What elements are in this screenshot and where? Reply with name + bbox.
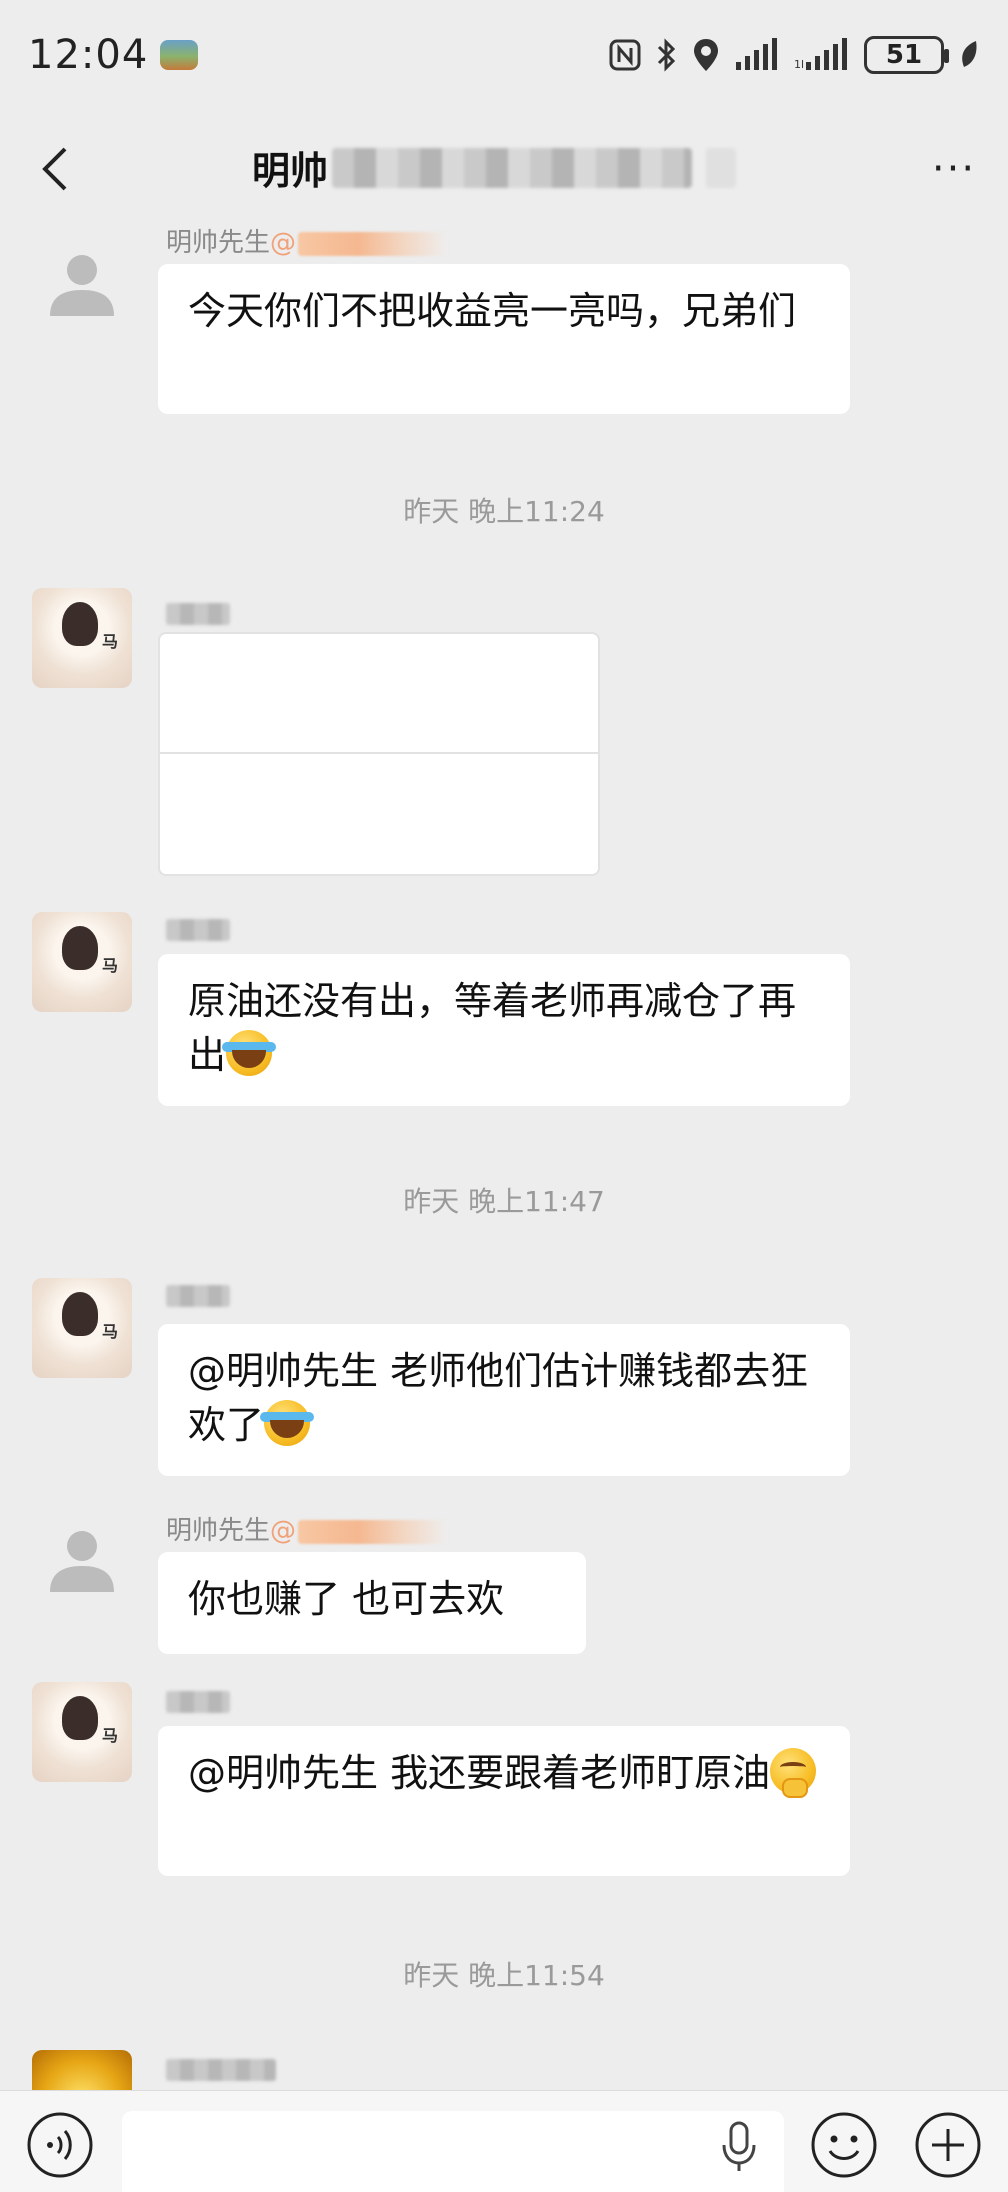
message-bubble[interactable]: 原油还没有出，等着老师再减仓了再出 xyxy=(158,954,850,1106)
message-bubble[interactable]: 你也赚了 也可去欢 xyxy=(158,1552,586,1654)
redacted-sender xyxy=(166,1690,230,1713)
sender-name xyxy=(166,598,230,628)
sender-name-text: 明帅先生 xyxy=(166,228,271,258)
avatar[interactable] xyxy=(32,234,132,334)
message-input[interactable] xyxy=(122,2111,784,2192)
avatar-figure xyxy=(62,602,98,646)
chat-header: 明帅 ··· xyxy=(0,110,1008,228)
redacted-sender xyxy=(166,602,230,625)
leaf-icon xyxy=(962,41,977,67)
message-text: 今天你们不把收益亮一亮吗，兄弟们 xyxy=(188,289,797,333)
redacted-title-tail xyxy=(706,147,737,188)
back-button[interactable] xyxy=(0,110,110,228)
voice-toggle-button[interactable] xyxy=(24,2109,96,2181)
sender-name xyxy=(166,1280,230,1310)
avatar[interactable]: 马 xyxy=(32,1682,132,1782)
battery-level: 51 xyxy=(885,40,923,70)
sender-name-text: 明帅先生 xyxy=(166,1516,271,1546)
chat-message-list[interactable]: 明帅先生@ 今天你们不把收益亮一亮吗，兄弟们 昨天 晚上11:24 马 马 原油… xyxy=(0,228,1008,2090)
timestamp: 昨天 晚上11:24 xyxy=(403,495,605,528)
crying-laughing-emoji-icon xyxy=(222,1030,277,1076)
message-input-bar xyxy=(0,2090,1008,2192)
default-avatar-icon xyxy=(50,1531,114,1592)
avatar-stamp: 马 xyxy=(101,632,118,651)
bluetooth-icon xyxy=(657,38,676,72)
avatar[interactable] xyxy=(32,1510,132,1610)
status-bar: 12:04 1l 51 xyxy=(0,0,1008,110)
sender-name: 明帅先生@ xyxy=(166,228,449,259)
thinking-emoji-icon xyxy=(770,1748,817,1798)
timestamp: 昨天 晚上11:54 xyxy=(403,1959,605,1992)
sender-name xyxy=(166,1686,230,1716)
redacted-title xyxy=(332,147,693,188)
redacted-sender xyxy=(166,2058,276,2081)
card-divider xyxy=(160,752,598,754)
avatar[interactable]: 马 xyxy=(32,912,132,1012)
message-bubble[interactable]: 今天你们不把收益亮一亮吗，兄弟们 xyxy=(158,264,850,414)
default-avatar-icon xyxy=(50,255,114,316)
avatar[interactable] xyxy=(32,2050,132,2090)
signal-icon-2: 1l xyxy=(794,38,847,71)
more-icon: ··· xyxy=(931,146,977,192)
sender-name: 明帅先生@ xyxy=(166,1510,449,1547)
status-icons: 1l 51 xyxy=(608,36,980,74)
avatar-stamp: 马 xyxy=(101,1322,118,1341)
avatar-figure xyxy=(62,1696,98,1740)
microphone-icon xyxy=(722,2121,756,2171)
sender-name xyxy=(166,2054,276,2084)
location-icon xyxy=(694,39,718,71)
redacted-sender xyxy=(166,1284,230,1307)
message-bubble[interactable]: @明帅先生 老师他们估计赚钱都去狂欢了 xyxy=(158,1324,850,1476)
more-options-button[interactable]: ··· xyxy=(924,144,984,194)
notification-thumbnail-icon xyxy=(160,40,199,70)
status-time: 12:04 xyxy=(28,32,149,78)
redacted-mention xyxy=(298,231,449,256)
redacted-mention xyxy=(298,1519,449,1544)
sender-name xyxy=(166,914,230,944)
redacted-sender xyxy=(166,918,230,941)
avatar-stamp: 马 xyxy=(101,1726,118,1745)
message-text: 原油还没有出，等着老师再减仓了再出 xyxy=(188,979,797,1077)
avatar-figure xyxy=(62,926,98,970)
microphone-button[interactable] xyxy=(712,2117,766,2177)
sender-mention: @ xyxy=(270,1516,297,1546)
message-text: 你也赚了 也可去欢 xyxy=(188,1577,505,1621)
nfc-icon xyxy=(609,39,641,71)
message-bubble[interactable]: @明帅先生 我还要跟着老师盯原油 xyxy=(158,1726,850,1876)
shared-card[interactable] xyxy=(158,632,600,876)
avatar-figure xyxy=(62,1292,98,1336)
crying-laughing-emoji-icon xyxy=(260,1400,315,1446)
svg-text:1l: 1l xyxy=(794,58,804,71)
signal-icon xyxy=(736,38,777,70)
message-text: @明帅先生 我还要跟着老师盯原油 xyxy=(188,1751,771,1795)
plus-icon xyxy=(915,2112,981,2178)
voice-icon xyxy=(27,2112,93,2178)
avatar[interactable]: 马 xyxy=(32,1278,132,1378)
emoji-button[interactable] xyxy=(808,2109,880,2181)
battery-icon: 51 xyxy=(864,36,949,74)
avatar-stamp: 马 xyxy=(101,956,118,975)
chevron-left-icon xyxy=(42,147,67,191)
more-actions-button[interactable] xyxy=(912,2109,984,2181)
timestamp: 昨天 晚上11:47 xyxy=(403,1185,605,1218)
avatar[interactable]: 马 xyxy=(32,588,132,688)
emoji-icon xyxy=(811,2112,877,2178)
chat-title-text: 明帅 xyxy=(252,149,329,193)
sender-mention: @ xyxy=(270,228,297,258)
chat-title: 明帅 xyxy=(252,140,737,195)
